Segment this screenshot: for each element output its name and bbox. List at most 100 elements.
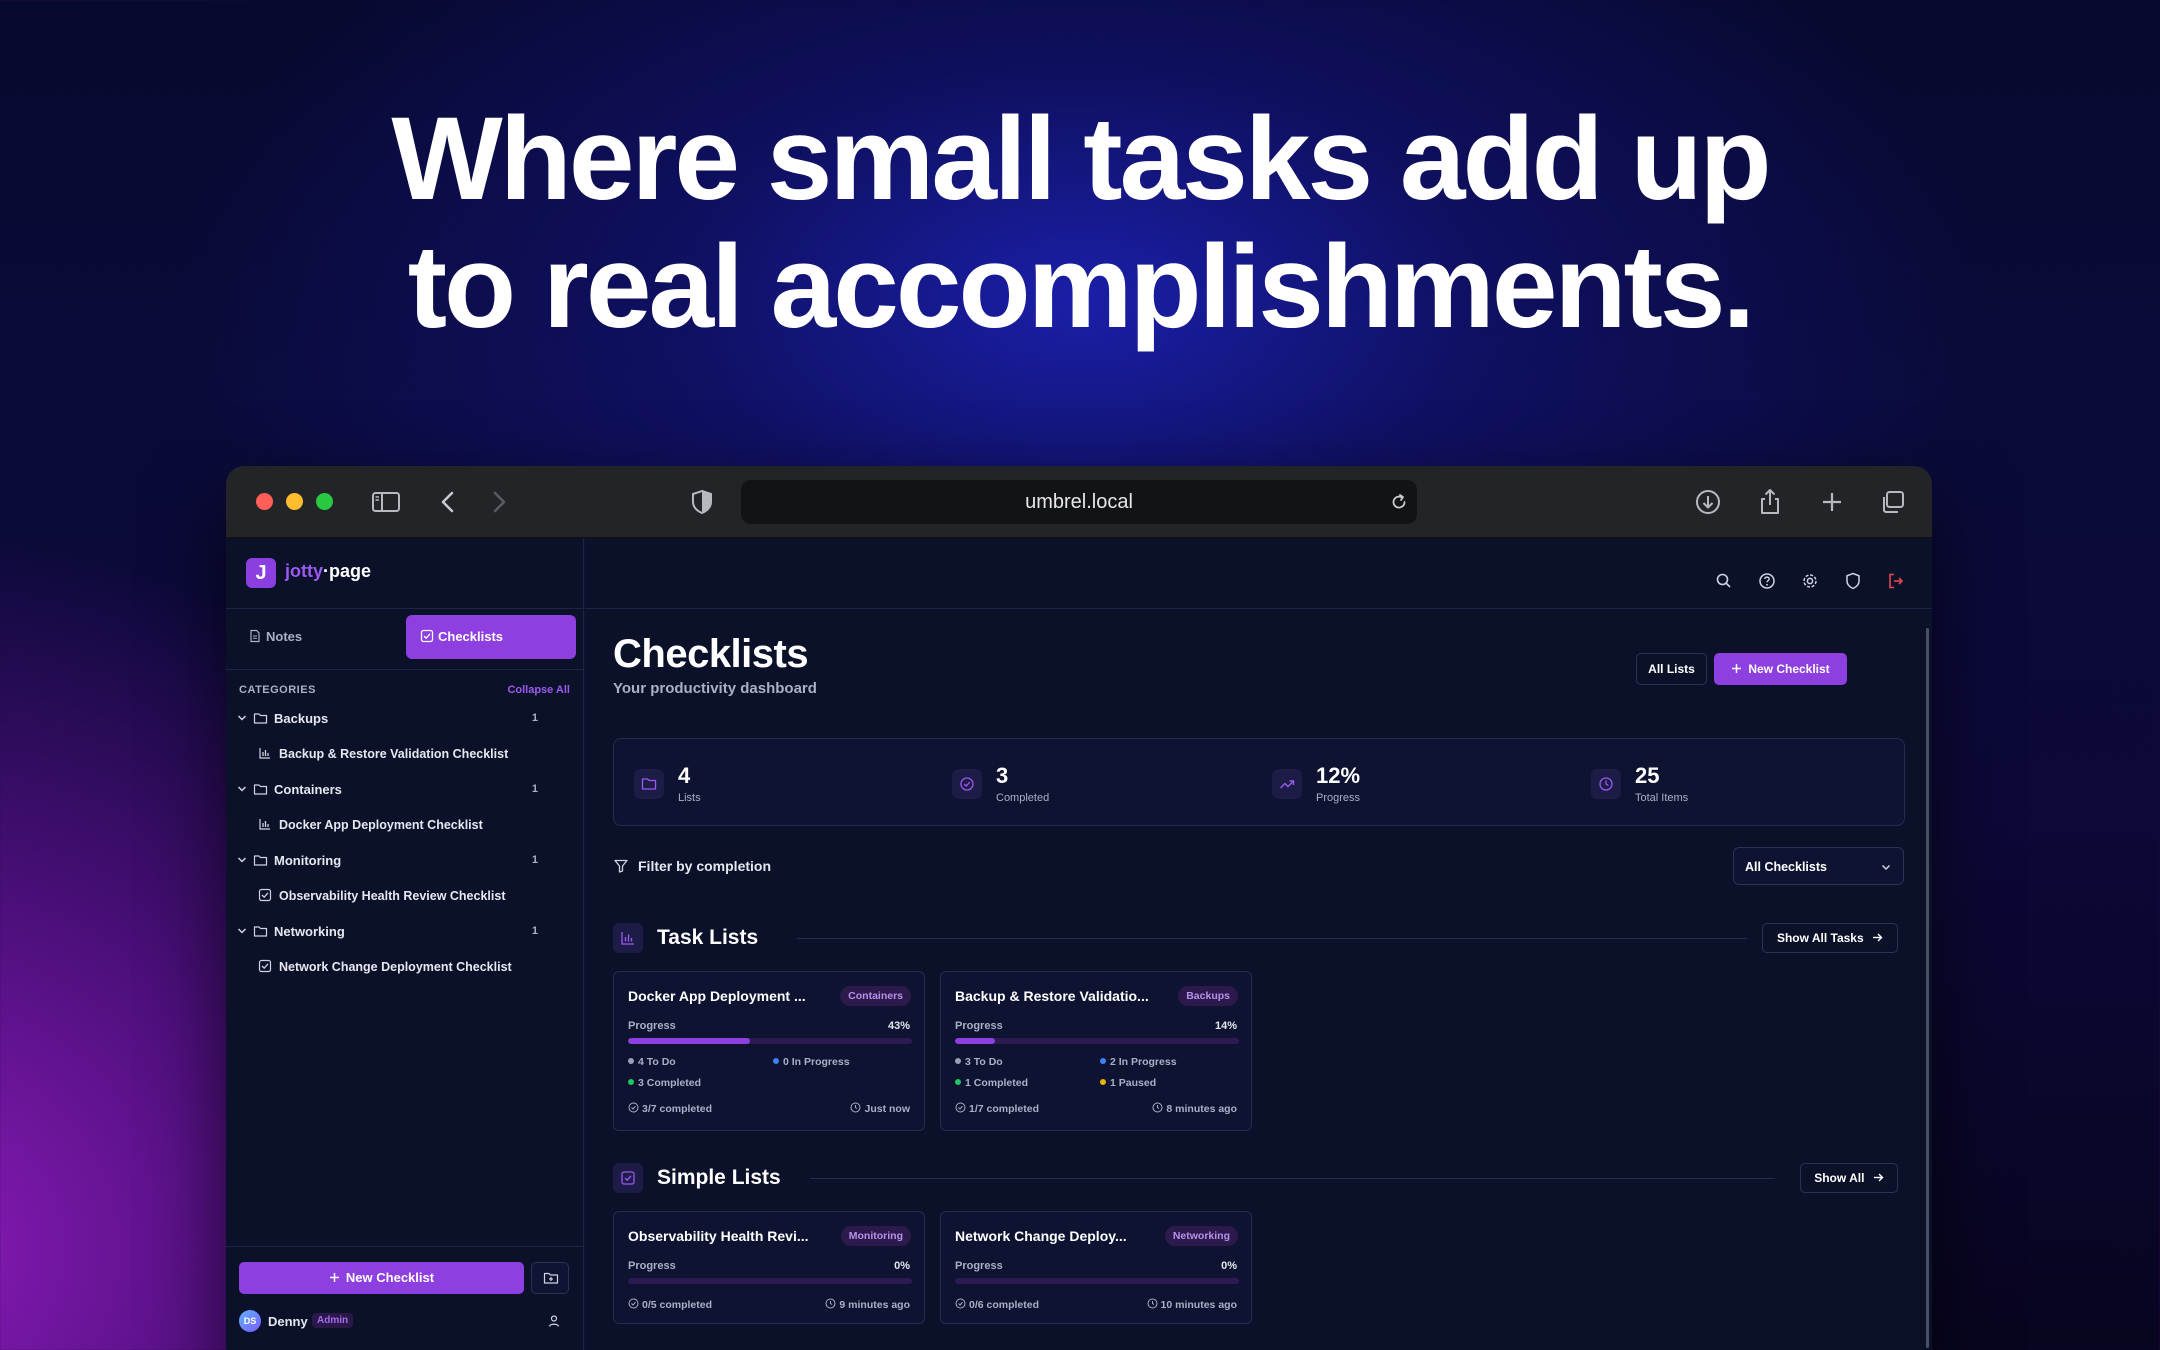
sidebar-item-observability[interactable]: Observability Health Review Checklist xyxy=(226,882,584,910)
share-icon[interactable] xyxy=(1752,484,1788,520)
back-arrow-icon[interactable] xyxy=(431,484,467,520)
logo-accent: jotty xyxy=(285,561,323,581)
jotty-app: J jotty·page Notes Checklists CATEGORIES… xyxy=(226,538,1932,1350)
reload-icon[interactable] xyxy=(1389,492,1409,512)
sidebar-item-backup-restore[interactable]: Backup & Restore Validation Checklist xyxy=(226,740,584,768)
clock-icon xyxy=(825,1298,836,1309)
checkbox-icon xyxy=(258,959,272,973)
status-paused: 1 Paused xyxy=(1100,1077,1156,1089)
status-in-progress: 0 In Progress xyxy=(773,1056,850,1068)
stat-value: 4 xyxy=(678,763,691,788)
sidebar-new-checklist-button[interactable]: New Checklist xyxy=(239,1262,524,1294)
main-content: Checklists Your productivity dashboard A… xyxy=(585,538,1932,1350)
tab-checklists[interactable]: Checklists xyxy=(406,615,576,659)
zoom-window-button[interactable] xyxy=(316,493,333,510)
plus-icon xyxy=(329,1273,339,1282)
chevron-down-icon[interactable] xyxy=(236,925,248,937)
stat-icon-box xyxy=(634,769,664,799)
check-circle-icon xyxy=(628,1298,639,1309)
show-all-simple-button[interactable]: Show All xyxy=(1800,1163,1898,1193)
tab-notes-label: Notes xyxy=(266,629,303,644)
card-timestamp: Just now xyxy=(850,1102,910,1115)
sidebar-item-label: Docker App Deployment Checklist xyxy=(279,818,483,832)
card-timestamp: 9 minutes ago xyxy=(825,1298,910,1311)
simple-card-observability[interactable]: Observability Health Revi... Monitoring … xyxy=(613,1211,925,1324)
status-text: 0 In Progress xyxy=(783,1056,850,1068)
logout-icon[interactable] xyxy=(1886,571,1906,591)
category-networking[interactable]: Networking 1 xyxy=(226,918,584,946)
arrow-right-icon xyxy=(1873,933,1883,942)
user-name: Denny xyxy=(268,1314,308,1329)
stat-icon-box xyxy=(952,769,982,799)
privacy-shield-icon[interactable] xyxy=(684,484,720,520)
show-all-tasks-label: Show All Tasks xyxy=(1776,931,1864,945)
card-timestamp: 10 minutes ago xyxy=(1147,1298,1237,1311)
sidebar-toggle-icon[interactable] xyxy=(368,484,404,520)
search-icon[interactable] xyxy=(1714,571,1734,591)
document-icon xyxy=(250,629,260,643)
forward-arrow-icon[interactable] xyxy=(480,484,516,520)
downloads-icon[interactable] xyxy=(1690,484,1726,520)
header-divider xyxy=(585,608,1932,609)
new-category-button[interactable] xyxy=(531,1262,569,1294)
clock-icon xyxy=(1599,777,1613,791)
all-lists-button[interactable]: All Lists xyxy=(1636,653,1707,685)
new-tab-icon[interactable] xyxy=(1814,484,1850,520)
stat-value: 25 xyxy=(1635,763,1660,788)
check-circle-icon xyxy=(955,1298,966,1309)
progress-bar xyxy=(628,1038,912,1044)
category-containers[interactable]: Containers 1 xyxy=(226,776,584,804)
chevron-down-icon[interactable] xyxy=(236,783,248,795)
gear-icon[interactable] xyxy=(1800,571,1820,591)
category-backups[interactable]: Backups 1 xyxy=(226,705,584,733)
completion-filter-select[interactable]: All Checklists xyxy=(1733,847,1904,885)
status-text: 3 To Do xyxy=(965,1056,1003,1068)
app-logo-icon[interactable]: J xyxy=(246,558,276,588)
sidebar-item-label: Observability Health Review Checklist xyxy=(279,889,506,903)
user-profile-icon[interactable] xyxy=(547,1314,561,1328)
sidebar-item-docker-deploy[interactable]: Docker App Deployment Checklist xyxy=(226,811,584,839)
tab-overview-icon[interactable] xyxy=(1875,484,1911,520)
address-bar[interactable]: umbrel.local xyxy=(741,480,1417,524)
status-todo: 4 To Do xyxy=(628,1056,676,1068)
help-icon[interactable] xyxy=(1757,571,1777,591)
collapse-all-link[interactable]: Collapse All xyxy=(507,684,570,696)
sidebar-item-network-change[interactable]: Network Change Deployment Checklist xyxy=(226,953,584,981)
category-count: 1 xyxy=(531,712,538,724)
simple-card-network[interactable]: Network Change Deploy... Networking Prog… xyxy=(940,1211,1252,1324)
close-window-button[interactable] xyxy=(256,493,273,510)
clock-icon xyxy=(1152,1102,1163,1113)
progress-label: Progress xyxy=(955,1020,1003,1032)
card-summary: 1/7 completed xyxy=(955,1102,1039,1115)
chevron-down-icon[interactable] xyxy=(236,854,248,866)
card-summary: 0/6 completed xyxy=(955,1298,1039,1311)
category-monitoring[interactable]: Monitoring 1 xyxy=(226,847,584,875)
avatar[interactable]: DS xyxy=(239,1310,261,1332)
tab-notes[interactable]: Notes xyxy=(234,615,404,659)
task-card-docker[interactable]: Docker App Deployment ... Containers Pro… xyxy=(613,971,925,1131)
category-badge: Containers xyxy=(840,986,911,1006)
category-count: 1 xyxy=(531,854,538,866)
simple-lists-heading: Simple Lists xyxy=(657,1166,781,1189)
card-title: Observability Health Revi... xyxy=(628,1228,809,1244)
progress-value: 14% xyxy=(1214,1020,1237,1032)
arrow-right-icon xyxy=(1873,1173,1884,1182)
minimize-window-button[interactable] xyxy=(286,493,303,510)
stat-total-items: 25 Total Items xyxy=(1571,739,1871,827)
shield-icon[interactable] xyxy=(1843,571,1863,591)
progress-bar xyxy=(628,1278,912,1284)
folder-icon xyxy=(253,713,268,724)
sidebar-item-label: Backup & Restore Validation Checklist xyxy=(279,747,509,761)
stat-progress: 12% Progress xyxy=(1252,739,1552,827)
chevron-down-icon[interactable] xyxy=(236,712,248,724)
status-text: 1 Paused xyxy=(1110,1077,1157,1089)
show-all-tasks-button[interactable]: Show All Tasks xyxy=(1762,923,1898,953)
app-logo-text[interactable]: jotty·page xyxy=(285,561,371,582)
new-checklist-button[interactable]: New Checklist xyxy=(1714,653,1847,685)
main-scrollbar[interactable] xyxy=(1926,628,1929,1348)
address-bar-url[interactable]: umbrel.local xyxy=(741,480,1417,524)
progress-label: Progress xyxy=(955,1260,1003,1272)
stat-label: Completed xyxy=(996,792,1050,804)
checkbox-icon xyxy=(420,629,434,643)
task-card-backup[interactable]: Backup & Restore Validatio... Backups Pr… xyxy=(940,971,1252,1131)
